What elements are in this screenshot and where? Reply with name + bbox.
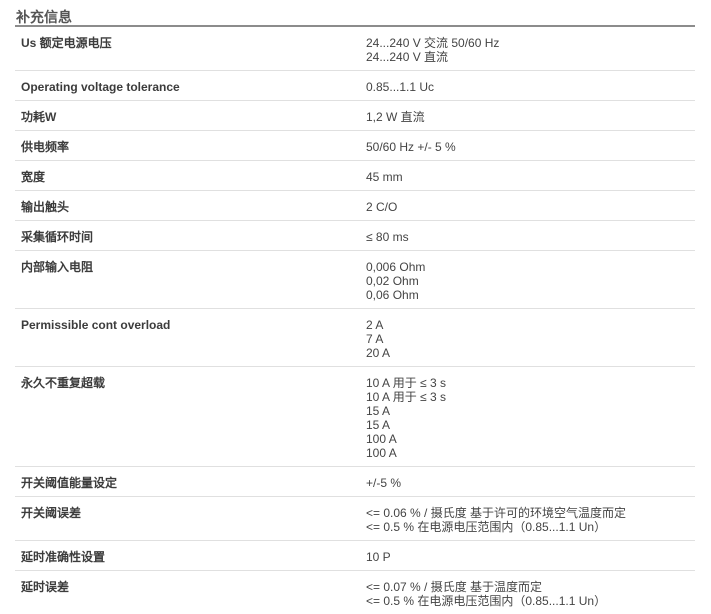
spec-value: <= 0.06 % / 摄氏度 基于许可的环境空气温度而定<= 0.5 % 在电…	[360, 497, 695, 541]
spec-label: 功耗W	[15, 101, 360, 131]
spec-value-line: 10 P	[366, 550, 695, 564]
spec-value: ≤ 80 ms	[360, 221, 695, 251]
spec-row: 功耗W 1,2 W 直流	[15, 101, 695, 131]
spec-value-line: 15 A	[366, 418, 695, 432]
spec-value-line: 7 A	[366, 332, 695, 346]
spec-row: 内部输入电阻0,006 Ohm0,02 Ohm0,06 Ohm	[15, 251, 695, 309]
spec-value-line: 0,006 Ohm	[366, 260, 695, 274]
spec-value: <= 0.07 % / 摄氏度 基于温度而定<= 0.5 % 在电源电压范围内（…	[360, 571, 695, 614]
spec-label: 输出触头	[15, 191, 360, 221]
spec-table-body: Us 额定电源电压24...240 V 交流 50/60 Hz24...240 …	[15, 27, 695, 614]
spec-label: Us 额定电源电压	[15, 27, 360, 71]
spec-value-line: <= 0.06 % / 摄氏度 基于许可的环境空气温度而定	[366, 506, 695, 520]
spec-row: 供电频率 50/60 Hz +/- 5 %	[15, 131, 695, 161]
spec-label: 供电频率	[15, 131, 360, 161]
spec-value: 2 A7 A20 A	[360, 309, 695, 367]
spec-row: 开关阈值能量设定 +/-5 %	[15, 467, 695, 497]
spec-value-line: <= 0.5 % 在电源电压范围内（0.85...1.1 Un）	[366, 594, 695, 608]
spec-value-line: 0,06 Ohm	[366, 288, 695, 302]
spec-value-line: 0,02 Ohm	[366, 274, 695, 288]
spec-label: 开关阈值能量设定	[15, 467, 360, 497]
spec-row: 延时准确性设置 10 P	[15, 541, 695, 571]
spec-label: Permissible cont overload	[15, 309, 360, 367]
spec-value-line: <= 0.07 % / 摄氏度 基于温度而定	[366, 580, 695, 594]
spec-value: 0.85...1.1 Uc	[360, 71, 695, 101]
spec-value: 2 C/O	[360, 191, 695, 221]
additional-info-panel: 补充信息 Us 额定电源电压24...240 V 交流 50/60 Hz24..…	[15, 6, 695, 614]
spec-label: 采集循环时间	[15, 221, 360, 251]
spec-value-line: <= 0.5 % 在电源电压范围内（0.85...1.1 Un）	[366, 520, 695, 534]
spec-row: 开关阈误差<= 0.06 % / 摄氏度 基于许可的环境空气温度而定<= 0.5…	[15, 497, 695, 541]
spec-label: 永久不重复超载	[15, 367, 360, 467]
spec-value-line: 1,2 W 直流	[366, 110, 695, 124]
spec-value-line: +/-5 %	[366, 476, 695, 490]
spec-row: 采集循环时间 ≤ 80 ms	[15, 221, 695, 251]
spec-value-line: 15 A	[366, 404, 695, 418]
spec-label: 延时误差	[15, 571, 360, 614]
spec-row: Permissible cont overload2 A7 A20 A	[15, 309, 695, 367]
spec-value-line: 45 mm	[366, 170, 695, 184]
spec-value-line: 24...240 V 交流 50/60 Hz	[366, 36, 695, 50]
spec-value-line: ≤ 80 ms	[366, 230, 695, 244]
spec-row: 延时误差<= 0.07 % / 摄氏度 基于温度而定<= 0.5 % 在电源电压…	[15, 571, 695, 614]
spec-row: Operating voltage tolerance 0.85...1.1 Uc	[15, 71, 695, 101]
spec-value-line: 50/60 Hz +/- 5 %	[366, 140, 695, 154]
spec-label: 内部输入电阻	[15, 251, 360, 309]
spec-value-line: 0.85...1.1 Uc	[366, 80, 695, 94]
spec-value-line: 100 A	[366, 432, 695, 446]
spec-label: Operating voltage tolerance	[15, 71, 360, 101]
spec-label: 开关阈误差	[15, 497, 360, 541]
spec-value-line: 10 A 用于 ≤ 3 s	[366, 390, 695, 404]
spec-value-line: 2 A	[366, 318, 695, 332]
spec-value: +/-5 %	[360, 467, 695, 497]
spec-value-line: 2 C/O	[366, 200, 695, 214]
spec-value: 24...240 V 交流 50/60 Hz24...240 V 直流	[360, 27, 695, 71]
spec-label: 延时准确性设置	[15, 541, 360, 571]
spec-value-line: 100 A	[366, 446, 695, 460]
spec-value-line: 20 A	[366, 346, 695, 360]
section-title: 补充信息	[15, 6, 695, 27]
spec-value: 10 P	[360, 541, 695, 571]
spec-value-line: 24...240 V 直流	[366, 50, 695, 64]
spec-row: 永久不重复超载10 A 用于 ≤ 3 s10 A 用于 ≤ 3 s15 A15 …	[15, 367, 695, 467]
spec-value: 50/60 Hz +/- 5 %	[360, 131, 695, 161]
spec-value: 45 mm	[360, 161, 695, 191]
spec-value: 1,2 W 直流	[360, 101, 695, 131]
spec-value: 0,006 Ohm0,02 Ohm0,06 Ohm	[360, 251, 695, 309]
spec-table: Us 额定电源电压24...240 V 交流 50/60 Hz24...240 …	[15, 27, 695, 614]
spec-value-line: 10 A 用于 ≤ 3 s	[366, 376, 695, 390]
spec-row: 输出触头 2 C/O	[15, 191, 695, 221]
spec-row: 宽度 45 mm	[15, 161, 695, 191]
spec-row: Us 额定电源电压24...240 V 交流 50/60 Hz24...240 …	[15, 27, 695, 71]
spec-value: 10 A 用于 ≤ 3 s10 A 用于 ≤ 3 s15 A15 A100 A1…	[360, 367, 695, 467]
spec-label: 宽度	[15, 161, 360, 191]
